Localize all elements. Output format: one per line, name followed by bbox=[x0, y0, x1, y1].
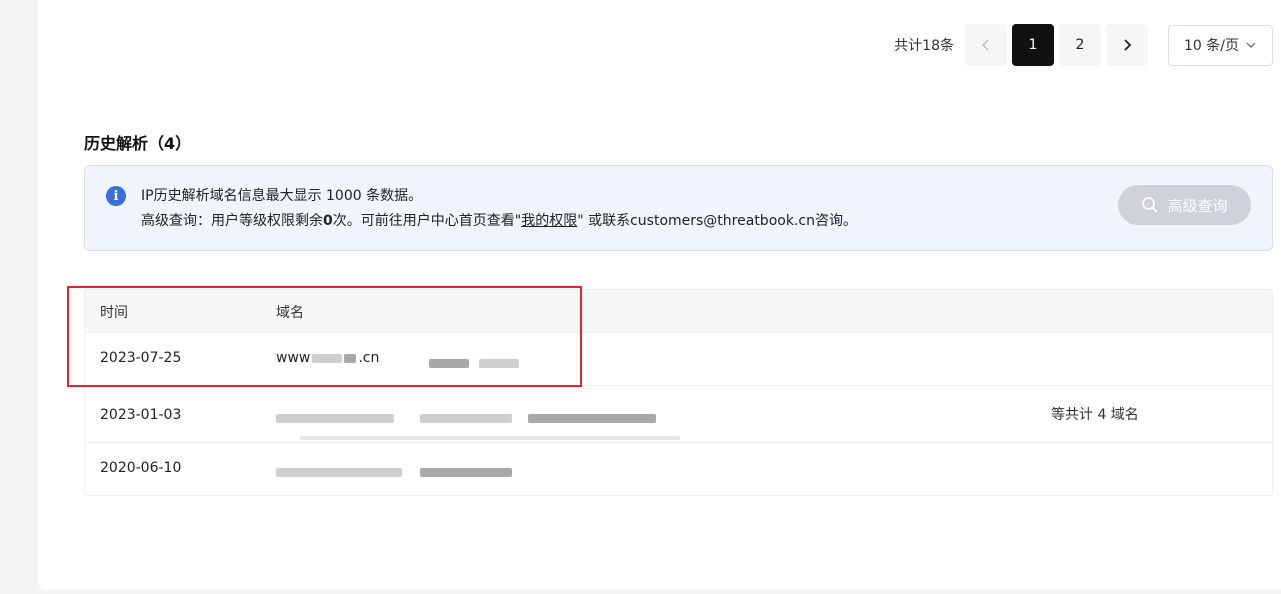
section-title: 历史解析（4） bbox=[84, 134, 192, 153]
pagination-total: 共计18条 bbox=[894, 38, 954, 54]
redacted-block bbox=[429, 358, 469, 368]
history-table: 时间 域名 2023-07-25 www .cn 2023-01-03 等共计 4… bbox=[84, 289, 1273, 496]
my-permissions-link[interactable]: 我的权限 bbox=[521, 213, 577, 229]
row-domain[interactable]: www .cn bbox=[276, 350, 379, 366]
table-row: 2023-07-25 www .cn bbox=[85, 332, 1272, 385]
chevron-down-icon bbox=[1246, 42, 1256, 48]
redacted-block bbox=[276, 467, 402, 477]
table-header: 时间 域名 bbox=[85, 290, 1272, 332]
page-1-button[interactable]: 1 bbox=[1012, 24, 1054, 66]
redacted-domain[interactable] bbox=[429, 355, 520, 371]
redacted-domain[interactable] bbox=[528, 410, 656, 426]
redacted-domain[interactable] bbox=[276, 464, 402, 480]
redacted-block bbox=[344, 353, 357, 363]
notice-line1: IP历史解析域名信息最大显示 1000 条数据。 bbox=[141, 188, 423, 204]
redacted-domain[interactable] bbox=[420, 464, 512, 480]
redacted-block bbox=[312, 353, 343, 363]
notice-line2-mid: 次。可前往用户中心首页查看" bbox=[332, 213, 522, 229]
notice-line2-prefix: 高级查询：用户等级权限剩余 bbox=[141, 213, 323, 229]
notice-line2-suffix: " 或联系customers@threatbook.cn咨询。 bbox=[577, 213, 857, 229]
table-row: 2023-01-03 等共计 4 域名 bbox=[85, 385, 1272, 442]
page-size-value: 10 条/页 bbox=[1184, 38, 1239, 54]
search-icon bbox=[1142, 197, 1159, 213]
redacted-domain[interactable] bbox=[420, 410, 512, 426]
header-time: 时间 bbox=[100, 305, 128, 321]
row-time: 2020-06-10 bbox=[100, 460, 182, 476]
remaining-count: 0 bbox=[323, 213, 333, 229]
prev-page-button[interactable] bbox=[965, 24, 1007, 66]
domain-suffix: .cn bbox=[358, 350, 380, 366]
chevron-right-icon bbox=[1124, 39, 1132, 51]
next-page-button[interactable] bbox=[1106, 24, 1148, 66]
pagination: 共计18条 1 2 10 条/页 bbox=[894, 24, 1273, 66]
page-size-select[interactable]: 10 条/页 bbox=[1168, 24, 1273, 66]
page-2-button[interactable]: 2 bbox=[1059, 24, 1101, 66]
redacted-block bbox=[276, 413, 394, 423]
table-row: 2020-06-10 bbox=[85, 442, 1272, 495]
info-icon: i bbox=[106, 186, 126, 206]
chevron-left-icon bbox=[981, 39, 989, 51]
redacted-block bbox=[528, 413, 656, 423]
notice-line2: 高级查询：用户等级权限剩余0次。可前往用户中心首页查看"我的权限" 或联系cus… bbox=[141, 210, 857, 230]
domain-count-text: 等共计 4 域名 bbox=[1051, 407, 1139, 423]
advanced-query-button[interactable]: 高级查询 bbox=[1118, 185, 1251, 225]
redacted-block bbox=[420, 413, 512, 423]
redacted-domain[interactable] bbox=[276, 410, 394, 426]
header-domain: 域名 bbox=[276, 305, 304, 321]
domain-prefix: www bbox=[276, 350, 311, 366]
info-notice: i IP历史解析域名信息最大显示 1000 条数据。 高级查询：用户等级权限剩余… bbox=[84, 165, 1273, 251]
redacted-block bbox=[300, 436, 680, 440]
redacted-block bbox=[479, 358, 520, 368]
advanced-query-label: 高级查询 bbox=[1167, 196, 1228, 215]
row-time: 2023-07-25 bbox=[100, 350, 182, 366]
row-time: 2023-01-03 bbox=[100, 407, 182, 423]
redacted-block bbox=[420, 467, 512, 477]
